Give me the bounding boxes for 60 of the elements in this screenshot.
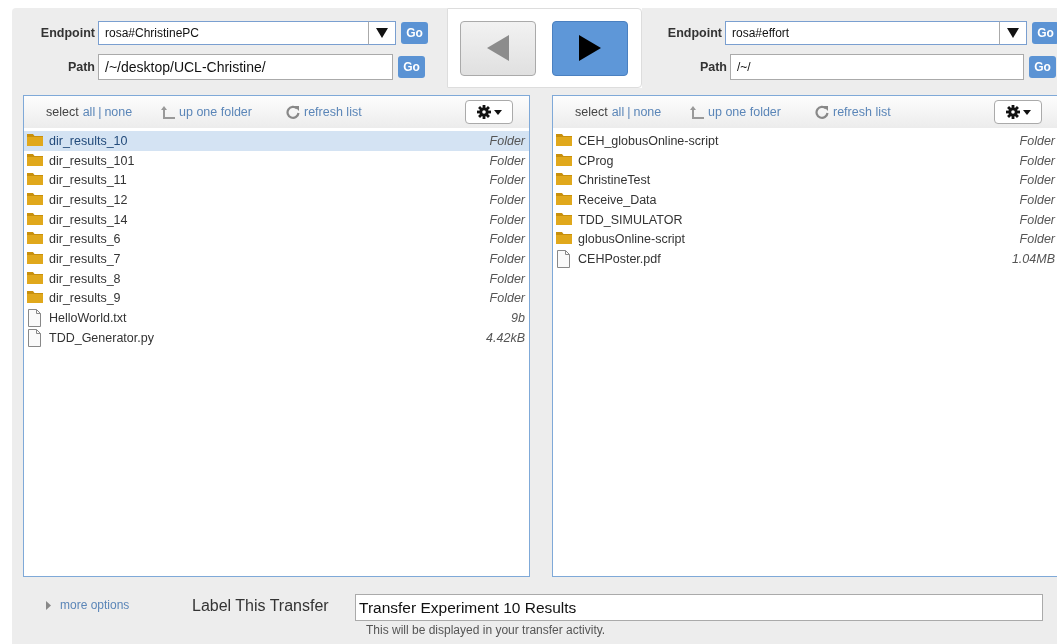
file-row[interactable]: dir_results_101 Folder [24,150,529,171]
document-icon [27,309,43,328]
endpoint-label: Endpoint [39,26,96,40]
transfer-label: Label This Transfer [192,597,330,615]
file-row[interactable]: dir_results_11 Folder [24,170,529,191]
arrow-icon [579,35,601,61]
file-row[interactable]: dir_results_9 Folder [24,288,529,309]
file-row[interactable]: dir_results_14 Folder [24,209,529,230]
select-none-link[interactable]: none [104,105,133,119]
up-arrow-icon [690,105,704,119]
file-row[interactable]: Receive_Data Folder [553,190,1057,210]
select-all-link[interactable]: all [611,105,625,119]
file-row[interactable]: dir_results_12 Folder [24,190,529,210]
file-row[interactable]: CEH_globusOnline-script Folder [553,131,1057,151]
separator: | [627,105,631,119]
path-field[interactable]: /~/desktop/UCL-Christine/ [98,54,393,80]
transfer-button[interactable] [552,20,628,76]
refresh-icon [815,105,829,119]
file-row[interactable]: TDD_SIMULATOR Folder [553,209,1057,230]
path-field[interactable]: /~/ [730,54,1024,80]
file-row[interactable]: HelloWorld.txt 9b [24,308,529,328]
document-icon [556,249,572,268]
arrow-icon [487,35,509,61]
settings-menu-button[interactable] [994,100,1042,124]
endpoint-field[interactable]: rosa#ChristinePC [98,21,368,45]
select-none-link[interactable]: none [633,105,662,119]
hint-text: This will be displayed in your transfer activity. [366,623,607,637]
path-label: Path [66,60,96,74]
up-arrow-icon [161,105,175,119]
file-row[interactable]: dir_results_10 Folder [24,131,529,151]
file-row[interactable]: CEHPoster.pdf 1.04MB [553,249,1057,269]
file-row[interactable]: dir_results_8 Folder [24,268,529,289]
dropdown-button[interactable] [368,21,396,45]
file-row[interactable]: globusOnline-script Folder [553,229,1057,250]
settings-icon [476,105,502,119]
select-label: select [575,105,608,119]
file-row[interactable]: TDD_Generator.py 4.42kB [24,327,529,348]
dropdown-button[interactable] [999,21,1027,45]
expand-icon [46,600,51,610]
up-folder-link[interactable]: up one folder [690,105,781,119]
refresh-link[interactable]: refresh list [286,105,362,119]
up-folder-link[interactable]: up one folder [161,105,252,119]
file-row[interactable]: dir_results_6 Folder [24,229,529,250]
settings-menu-button[interactable] [465,100,513,124]
endpoint-field[interactable]: rosa#effort [725,21,999,45]
caret-icon [376,28,388,38]
settings-icon [1005,105,1031,119]
refresh-icon [286,105,300,119]
path-label: Path [698,60,728,74]
separator: | [98,105,102,119]
file-row[interactable]: dir_results_7 Folder [24,249,529,269]
file-row[interactable]: CProg Folder [553,150,1057,171]
document-icon [27,328,43,347]
endpoint-label: Endpoint [666,26,723,40]
select-label: select [46,105,79,119]
transfer-label-field[interactable]: Transfer Experiment 10 Results [355,594,1043,621]
caret-icon [1007,28,1019,38]
file-row[interactable]: ChristineTest Folder [553,170,1057,191]
select-all-link[interactable]: all [82,105,96,119]
refresh-link[interactable]: refresh list [815,105,891,119]
